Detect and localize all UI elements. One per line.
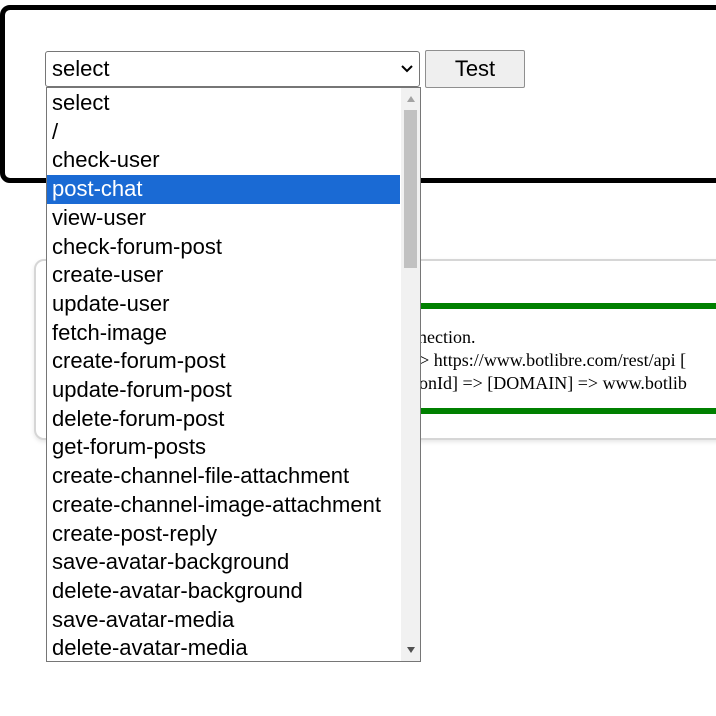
dropdown-option[interactable]: delete-avatar-background [47,577,400,606]
chevron-down-icon [400,52,414,86]
api-select[interactable]: select [45,51,420,87]
result-top-rule [418,303,716,309]
dropdown-option[interactable]: select [47,89,400,118]
dropdown-option[interactable]: create-post-reply [47,520,400,549]
dropdown-option[interactable]: delete-avatar-media [47,634,400,661]
dropdown-scrollbar[interactable] [401,88,420,661]
dropdown-option[interactable]: / [47,118,400,147]
dropdown-option[interactable]: update-user [47,290,400,319]
dropdown-option[interactable]: delete-forum-post [47,405,400,434]
dropdown-option[interactable]: check-forum-post [47,233,400,262]
dropdown-option[interactable]: create-forum-post [47,347,400,376]
api-select-value: select [52,56,110,81]
scrollbar-thumb[interactable] [404,110,417,268]
dropdown-option[interactable]: create-user [47,261,400,290]
dropdown-option[interactable]: check-user [47,146,400,175]
dropdown-option[interactable]: post-chat [47,175,400,204]
dropdown-option[interactable]: fetch-image [47,319,400,348]
api-select-dropdown[interactable]: select / check-user post-chat view-user check… [46,87,421,662]
dropdown-option[interactable]: update-forum-post [47,376,400,405]
dropdown-option[interactable]: create-channel-file-attachment [47,462,400,491]
dropdown-option[interactable]: save-avatar-media [47,606,400,635]
scroll-up-arrow-icon[interactable] [401,90,420,108]
test-button[interactable]: Test [425,50,525,88]
result-bottom-rule [418,408,716,414]
result-line-2: => https://www.botlibre.com/rest/api [ [409,350,687,370]
scroll-down-arrow-icon[interactable] [401,641,420,659]
dropdown-option[interactable]: create-channel-image-attachment [47,491,400,520]
dropdown-option[interactable]: view-user [47,204,400,233]
dropdown-option[interactable]: get-forum-posts [47,433,400,462]
result-line-3: tionId] => [DOMAIN] => www.botlib [409,373,687,393]
dropdown-option[interactable]: save-avatar-background [47,548,400,577]
